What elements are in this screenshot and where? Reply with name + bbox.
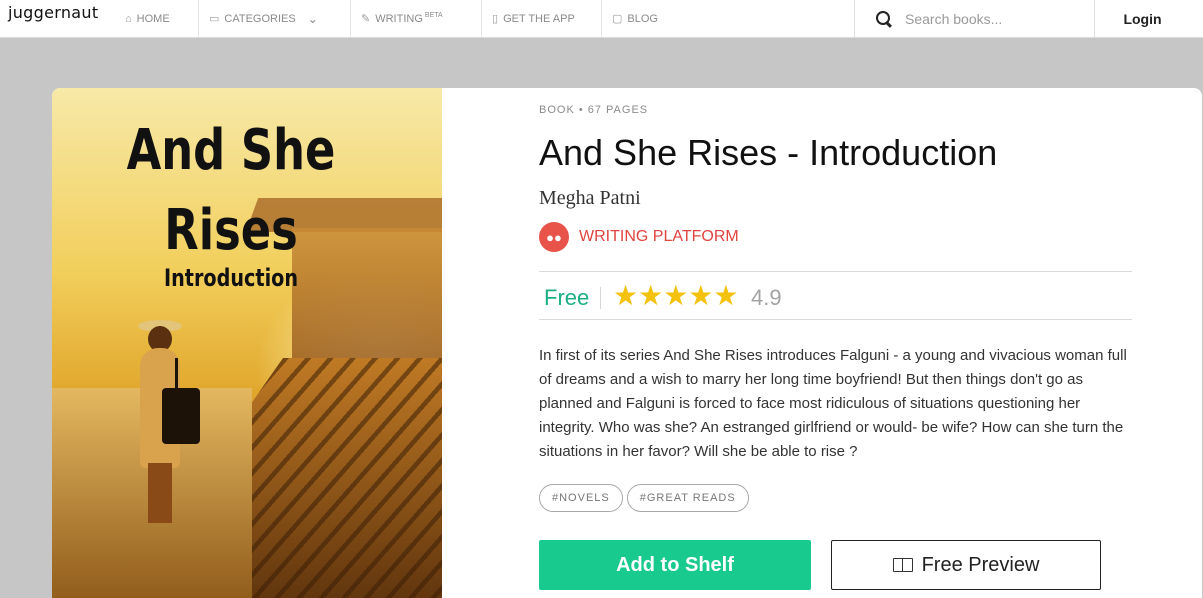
nav-home-label: HOME xyxy=(136,12,170,25)
search-bar xyxy=(854,0,1095,37)
group-users-icon: ●● xyxy=(539,222,569,252)
nav-writing-label: WRITING xyxy=(375,12,423,25)
cover-art-suitcase-handle xyxy=(175,358,178,390)
nav-categories-label: CATEGORIES xyxy=(224,12,296,25)
chevron-down-icon: ⌄ xyxy=(307,11,318,26)
cover-art-suitcase xyxy=(162,388,200,444)
cover-title-line-1: And She xyxy=(126,118,336,183)
mobile-phone-icon: ▯ xyxy=(492,13,499,25)
free-preview-button[interactable]: Free Preview xyxy=(831,540,1101,590)
cover-art-legs xyxy=(148,463,172,523)
pencil-icon: ✎ xyxy=(361,13,371,25)
nav-home[interactable]: ⌂ HOME xyxy=(115,0,199,37)
juggernaut-logo[interactable]: juggernaut xyxy=(8,3,98,22)
nav-get-app-label: GET THE APP xyxy=(503,12,575,25)
cover-title-line-2: Rises xyxy=(164,198,298,263)
nav-get-app[interactable]: ▯ GET THE APP xyxy=(482,0,602,37)
login-button[interactable]: Login xyxy=(1095,0,1190,37)
book-detail-card: And She Rises Introduction BOOK • 67 PAG… xyxy=(52,88,1202,598)
nav-writing[interactable]: ✎ WRITING BETA xyxy=(351,0,482,37)
divider xyxy=(539,319,1132,320)
nav-categories[interactable]: ▭ CATEGORIES ⌄ xyxy=(199,0,351,37)
beta-badge: BETA xyxy=(424,12,443,19)
book-cover-image: And She Rises Introduction xyxy=(52,88,442,598)
free-preview-label: Free Preview xyxy=(921,553,1040,576)
book-title: And She Rises - Introduction xyxy=(539,132,998,173)
book-meta: BOOK • 67 PAGES xyxy=(539,104,649,116)
nav-blog-label: BLOG xyxy=(627,12,658,25)
nav-blog[interactable]: ▢ BLOG xyxy=(602,0,854,37)
cover-title-line-3: Introduction xyxy=(163,264,299,292)
star-rating-icon: ★★★★★ xyxy=(613,279,739,312)
add-to-shelf-button[interactable]: Add to Shelf xyxy=(539,540,811,590)
folder-icon: ▭ xyxy=(209,13,220,25)
price: Free xyxy=(544,285,590,310)
divider xyxy=(539,271,1132,272)
writing-platform-link[interactable]: ●● WRITING PLATFORM xyxy=(539,222,739,252)
tag-novels[interactable]: #NOVELS xyxy=(539,484,623,512)
rating-value: 4.9 xyxy=(751,285,782,310)
tag-list: #NOVELS #GREAT READS xyxy=(539,484,753,512)
home-icon: ⌂ xyxy=(125,12,132,25)
tag-great-reads[interactable]: #GREAT READS xyxy=(626,484,749,512)
comment-icon: ▢ xyxy=(612,13,623,25)
writing-platform-label: WRITING PLATFORM xyxy=(579,228,739,245)
open-book-icon xyxy=(892,558,913,572)
search-input[interactable] xyxy=(905,10,1085,27)
price-separator xyxy=(600,287,601,309)
book-description: In first of its series And She Rises int… xyxy=(539,347,1127,460)
author-name[interactable]: Megha Patni xyxy=(539,187,641,210)
top-navbar: juggernaut ⌂ HOME ▭ CATEGORIES ⌄ ✎ WRITI… xyxy=(0,0,1203,38)
search-icon[interactable] xyxy=(875,10,893,28)
